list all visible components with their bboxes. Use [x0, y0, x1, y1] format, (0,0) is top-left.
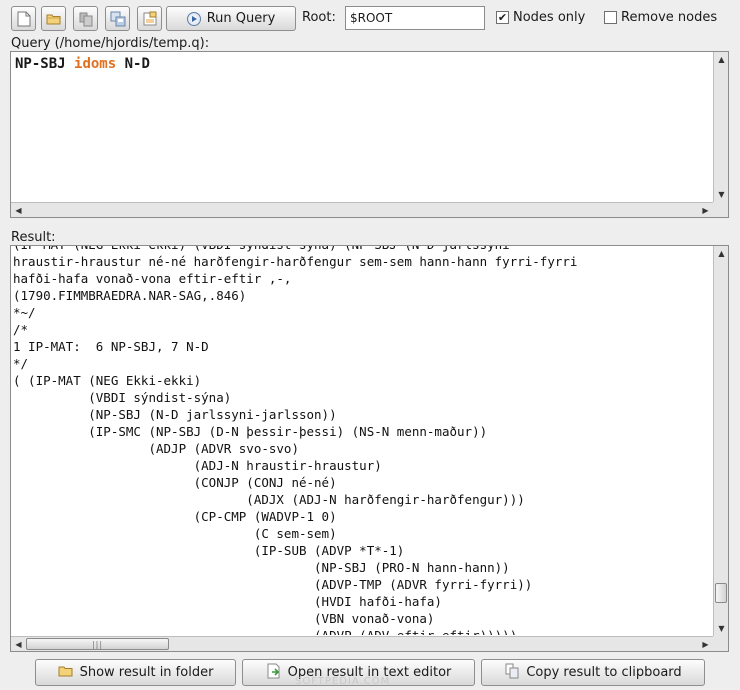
result-label: Result: — [11, 230, 56, 245]
query-keyword-token: idoms — [74, 56, 117, 72]
root-label: Root: — [302, 10, 336, 25]
new-file-button[interactable] — [11, 6, 36, 31]
save-icon — [110, 11, 126, 27]
open-in-editor-icon — [266, 663, 282, 683]
result-line: (HVDI hafði-hafa) — [13, 594, 442, 609]
result-line: ( (IP-MAT (NEG Ekki-ekki) — [13, 373, 202, 388]
result-line: *~/ — [13, 305, 36, 320]
scroll-right-arrow-icon[interactable]: ▶ — [698, 637, 713, 651]
result-line: (VBN vonað-vona) — [13, 611, 435, 626]
result-line: (ADJX (ADJ-N harðfengir-harðfengur))) — [13, 492, 525, 507]
run-query-button[interactable]: Run Query — [166, 6, 296, 31]
query-token: N-D — [116, 56, 150, 72]
result-line: (NP-SBJ (N-D jarlssyni-jarlsson)) — [13, 407, 337, 422]
checkmark-icon: ✔ — [497, 11, 508, 24]
scroll-up-arrow-icon[interactable]: ▲ — [714, 246, 728, 261]
watermark: SOFTPEDIA.COM — [295, 676, 391, 687]
root-input[interactable]: $ROOT — [345, 6, 485, 30]
scroll-corner — [713, 636, 728, 651]
scroll-up-arrow-icon[interactable]: ▲ — [714, 52, 729, 67]
result-line: (ADJ-N hraustir-hraustur) — [13, 458, 382, 473]
scroll-corner — [713, 202, 728, 217]
clipboard-copy-icon — [504, 663, 520, 683]
result-text[interactable]: (IP-MAT (NEG Ekki-ekki) (VBDI sýndist-sý… — [13, 246, 712, 635]
query-label: Query (/home/hjordis/temp.q): — [11, 36, 210, 51]
copy-result-to-clipboard-label: Copy result to clipboard — [526, 665, 682, 680]
run-query-label: Run Query — [206, 11, 276, 26]
result-line: */ — [13, 356, 29, 371]
result-horizontal-scrollbar[interactable]: ◀ ||| ▶ — [11, 636, 713, 651]
query-editor[interactable]: NP-SBJ idoms N-D ▲ ▼ ◀ ▶ — [10, 51, 729, 218]
result-line: /* — [13, 322, 29, 337]
result-line: (C sem-sem) — [13, 526, 337, 541]
result-line: (IP-MAT (NEG Ekki-ekki) (VBDI sýndist-sý… — [13, 246, 712, 253]
result-line: (1790.FIMMBRAEDRA.NAR-SAG,.846) — [13, 288, 247, 303]
show-result-in-folder-label: Show result in folder — [79, 665, 214, 680]
result-line: (ADJP (ADVR svo-svo) — [13, 441, 299, 456]
result-horizontal-scroll-thumb[interactable]: ||| — [26, 638, 169, 650]
query-token: NP-SBJ — [15, 56, 75, 72]
save-button[interactable] — [105, 6, 130, 31]
scroll-left-arrow-icon[interactable]: ◀ — [11, 203, 26, 218]
scroll-down-arrow-icon[interactable]: ▼ — [714, 187, 729, 202]
result-vertical-scrollbar[interactable]: ▲ ▼ — [713, 246, 728, 636]
result-line: (CP-CMP (WADVP-1 0) — [13, 509, 337, 524]
result-line: hraustir-hraustur né-né harðfengir-harðf… — [13, 254, 578, 269]
play-icon — [186, 11, 201, 26]
nodes-only-checkbox[interactable]: ✔ — [496, 11, 509, 24]
open-file-button[interactable] — [41, 6, 66, 31]
result-line: (ADVP-TMP (ADVR fyrri-fyrri)) — [13, 577, 533, 592]
query-horizontal-scrollbar[interactable]: ◀ ▶ — [11, 202, 713, 217]
result-line: (ADVP (ADV eftir-eftir))))) — [13, 627, 712, 635]
show-result-in-folder-button[interactable]: Show result in folder — [35, 659, 236, 686]
result-line: (VBDI sýndist-sýna) — [13, 390, 232, 405]
result-line: (NP-SBJ (PRO-N hann-hann)) — [13, 560, 510, 575]
remove-nodes-label: Remove nodes — [621, 10, 718, 25]
copy-result-to-clipboard-button[interactable]: Copy result to clipboard — [481, 659, 705, 686]
result-line: (IP-SMC (NP-SBJ (D-N þessir-þessi) (NS-N… — [13, 424, 488, 439]
remove-nodes-checkbox[interactable] — [604, 11, 617, 24]
save-as-button[interactable] — [137, 6, 162, 31]
query-vertical-scrollbar[interactable]: ▲ ▼ — [713, 52, 728, 202]
scroll-right-arrow-icon[interactable]: ▶ — [698, 203, 713, 218]
copy-icon — [78, 11, 94, 27]
result-line: hafði-hafa vonað-vona eftir-eftir ,-, — [13, 271, 292, 286]
new-file-icon — [17, 11, 31, 27]
copy-button[interactable] — [73, 6, 98, 31]
result-vertical-scroll-thumb[interactable] — [715, 583, 727, 603]
save-as-icon — [142, 11, 158, 27]
scroll-left-arrow-icon[interactable]: ◀ — [11, 637, 26, 651]
query-text[interactable]: NP-SBJ idoms N-D — [15, 56, 150, 72]
scroll-down-arrow-icon[interactable]: ▼ — [714, 621, 728, 636]
folder-icon — [58, 664, 74, 682]
result-line: (CONJP (CONJ né-né) — [13, 475, 337, 490]
result-line: (IP-SUB (ADVP *T*-1) — [13, 543, 405, 558]
open-folder-icon — [46, 12, 62, 26]
nodes-only-label: Nodes only — [513, 10, 586, 25]
result-line: 1 IP-MAT: 6 NP-SBJ, 7 N-D — [13, 339, 209, 354]
result-pane[interactable]: (IP-MAT (NEG Ekki-ekki) (VBDI sýndist-sý… — [10, 245, 729, 652]
